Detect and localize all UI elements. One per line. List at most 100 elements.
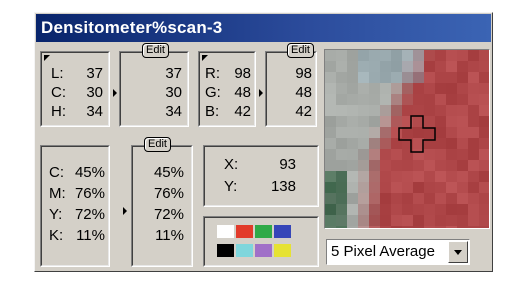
preview-pixel [391,171,402,182]
rgb-edit-button[interactable]: Edit [287,43,314,58]
preview-pixel [457,72,468,83]
preview-pixel [380,127,391,138]
rgb-row: G: 48 [205,84,251,101]
preview-pixel [468,204,479,215]
preview-pixel [369,138,380,149]
preview-pixel [369,83,380,94]
preview-pixel [336,149,347,160]
preview-pixel [424,72,435,83]
preview-pixel [435,116,446,127]
preview-pixel [435,160,446,171]
cmyk-row: C: 45% [49,164,105,181]
preview-pixel [358,193,369,204]
preview-pixel [468,138,479,149]
preview-pixel [369,61,380,72]
preview-pixel [380,204,391,215]
preview-pixel [358,72,369,83]
preview-pixel [358,160,369,171]
preview-pixel [336,116,347,127]
preview-pixel [446,138,457,149]
preview-pixel [479,116,489,127]
preview-pixel [336,226,347,228]
lch-edit-button[interactable]: Edit [142,43,169,58]
preview-pixel [325,138,336,149]
preview-pixel [358,61,369,72]
cmyk-edit-button[interactable]: Edit [144,137,171,152]
swatch-cyan[interactable] [236,244,253,257]
preview-pixel [369,171,380,182]
preview-pixel [479,138,489,149]
preview-pixel [413,94,424,105]
preview-pixel [369,160,380,171]
preview-pixel [336,182,347,193]
preview-pixel [325,182,336,193]
preview-pixel [347,204,358,215]
preview-pixel [380,50,391,61]
y-coordinate: Y: 138 [224,178,296,195]
cmyk-row: M: 76% [49,185,105,202]
preview-pixel [325,105,336,116]
preview-pixel [424,116,435,127]
swatch-black[interactable] [217,244,234,257]
preview-pixel [325,193,336,204]
preview-pixel [380,72,391,83]
corner-marker-icon [202,55,208,61]
preview-pixel [435,193,446,204]
preview-pixel [347,226,358,228]
preview-pixel [358,171,369,182]
preview-pixel [391,182,402,193]
preview-pixel [380,182,391,193]
sample-size-select[interactable]: 5 Pixel Average [326,239,470,265]
dropdown-button[interactable] [448,241,468,263]
preview-pixel [468,193,479,204]
chevron-down-icon [454,250,462,255]
swatch-green[interactable] [255,225,272,238]
preview-pixel [391,94,402,105]
densitometer-window: Densitometer%scan-3 L: 37 C: 30 H: 34 37 30… [34,12,493,272]
preview-pixel [435,72,446,83]
preview-pixel [380,226,391,228]
preview-pixel [402,204,413,215]
preview-pixel [457,116,468,127]
preview-pixel [380,160,391,171]
swatch-blue[interactable] [274,225,291,238]
preview-pixel [358,105,369,116]
preview-pixel [380,215,391,226]
preview-pixel [358,127,369,138]
preview-pixel [457,127,468,138]
preview-pixel [391,204,402,215]
preview-pixel [435,226,446,228]
preview-pixel [446,215,457,226]
swatch-white[interactable] [217,225,234,238]
preview-pixel [468,127,479,138]
preview-pixel [446,149,457,160]
swatch-purple[interactable] [255,244,272,257]
preview-pixel [391,226,402,228]
preview-pixel [402,83,413,94]
preview-pixel [435,61,446,72]
preview-pixel [402,50,413,61]
preview-pixel [347,83,358,94]
swatch-red[interactable] [236,225,253,238]
preview-pixel [424,160,435,171]
preview-pixel [413,215,424,226]
preview-pixel [413,171,424,182]
preview-pixel [336,171,347,182]
preview-pixel [369,182,380,193]
preview-pixel [424,83,435,94]
preview-pixel [391,83,402,94]
swatch-yellow[interactable] [274,244,291,257]
preview-pixel [369,116,380,127]
preview-pixel [347,182,358,193]
magnified-preview[interactable] [324,49,490,229]
coordinates-panel: X: 93 Y: 138 [203,145,319,207]
preview-pixel [325,127,336,138]
preview-pixel [446,116,457,127]
preview-pixel [402,182,413,193]
preview-pixel [325,149,336,160]
preview-pixel [468,215,479,226]
preview-pixel [380,116,391,127]
preview-pixel [468,182,479,193]
preview-pixel [380,61,391,72]
preview-pixel [413,182,424,193]
